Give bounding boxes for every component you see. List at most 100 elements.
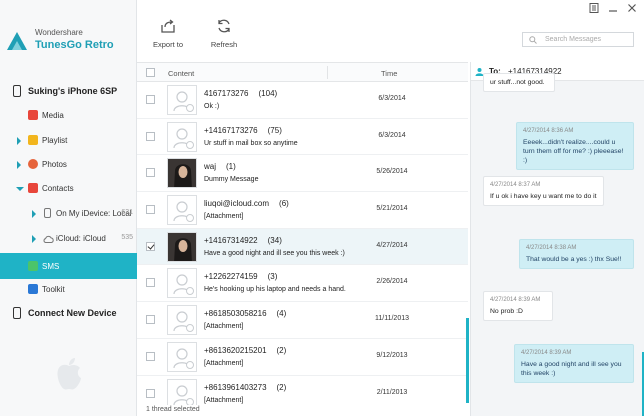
message-timestamp: 4/27/2014 8:39 AM [490,297,541,303]
default-avatar-icon [167,378,197,405]
row-checkbox[interactable] [146,388,155,398]
thread-snippet: Have a good night and ill see you this w… [204,249,345,257]
message-text: Have a good night and ill see you this w… [521,361,622,377]
thread-contact: waj (1) [204,162,236,172]
table-row[interactable]: waj (1) Dummy Message 5/26/2014 [137,155,468,193]
contacts-icon [28,183,38,193]
thread-contact: +8613961403273 (2) [204,382,287,392]
search-input[interactable]: Search Messages [522,32,634,47]
thread-time: 5/21/2014 [376,205,408,213]
row-checkbox[interactable] [146,168,155,178]
sidebar-item-icloud-contacts[interactable]: iCloud: iCloud 535 [0,228,137,250]
cloud-icon [43,235,54,243]
sidebar-item-media[interactable]: Media [0,105,137,127]
column-header-time[interactable]: Time [381,69,397,78]
toolbar: Export to Refresh Search Messages [137,0,644,62]
sidebar-item-label: Contacts [42,184,74,193]
sidebar-item-local-contacts[interactable]: On My iDevice: Local 631 [0,203,137,225]
message-text: ur stuff...not good. [490,79,545,86]
conversation-panel: To: +14167314922 ur stuff...not good. 4/2… [470,62,644,416]
thread-time: 9/12/2013 [376,351,408,359]
row-checkbox[interactable] [146,278,155,288]
select-all-checkbox[interactable] [146,68,155,77]
row-checkbox[interactable] [146,95,155,104]
table-row[interactable]: +8618503058216 (4) [Attachment] 11/11/2013 [137,302,468,339]
table-row[interactable]: liuqoi@icloud.com (6) [Attachment] 5/21/201… [137,192,468,229]
row-checkbox[interactable] [146,351,155,361]
expand-arrow-icon[interactable] [17,137,21,145]
thread-rows: 4167173276 (104) Ok :) 6/3/2014 +14167173276… [137,82,468,405]
refresh-button[interactable]: Refresh [199,16,249,56]
thread-snippet: Ur stuff in mail box so anytime [204,139,298,147]
device-name: Suking's iPhone 6SP [28,86,118,96]
thread-snippet: [Attachment] [204,359,244,367]
collapse-arrow-icon[interactable] [16,187,24,195]
app-logo: Wondershare TunesGo Retro [5,18,135,58]
refresh-label: Refresh [210,40,238,49]
menu-icon[interactable] [588,2,600,14]
contact-photo [167,231,197,262]
thread-snippet: He's hooking up his laptop and needs a h… [204,286,346,294]
device-local-icon [44,208,51,218]
message-count: (34) [267,235,282,245]
contact-count: 535 [121,234,133,241]
thread-contact: 4167173276 (104) [204,89,278,98]
table-row[interactable]: +8613620215201 (2) [Attachment] 9/12/2013 [137,339,468,376]
thread-time: 6/3/2014 [378,95,406,102]
table-row[interactable]: +14167173276 (75) Ur stuff in mail box so … [137,119,468,156]
row-checkbox[interactable] [146,315,155,325]
sidebar-item-label: Media [42,111,64,120]
sidebar-item-toolkit[interactable]: Toolkit [0,279,137,301]
thread-time: 11/11/2013 [375,315,409,323]
column-header-content[interactable]: Content [168,69,194,78]
sidebar-item-playlist[interactable]: Playlist [0,130,137,152]
list-scrollbar[interactable] [466,318,469,403]
expand-arrow-icon[interactable] [32,210,36,218]
thread-snippet: Ok :) [204,103,220,110]
sidebar-item-contacts[interactable]: Contacts [0,178,137,200]
incoming-message: 4/27/2014 8:37 AM If u ok i have key u wa… [483,176,604,206]
default-avatar-icon [167,195,197,226]
table-row[interactable]: 4167173276 (104) Ok :) 6/3/2014 [137,82,468,119]
thread-snippet: [Attachment] [204,213,244,221]
thread-time: 5/26/2014 [376,168,408,176]
table-row[interactable]: +14167314922 (34) Have a good night and il… [137,228,468,266]
minimize-icon[interactable] [607,2,619,14]
outgoing-message: 4/27/2014 8:36 AM Eeeek...didn't realize.… [516,122,634,170]
row-checkbox[interactable] [146,205,155,215]
sidebar-item-photos[interactable]: Photos [0,154,137,176]
export-button[interactable]: Export to [143,16,193,56]
table-row[interactable]: +12262274159 (3) He's hooking up his lapto… [137,265,468,303]
search-placeholder: Search Messages [545,36,602,43]
export-label: Export to [152,40,183,49]
sidebar: Wondershare TunesGo Retro Suking's iPhon… [0,0,137,416]
sidebar-item-sms[interactable]: SMS [0,253,137,279]
thread-snippet: [Attachment] [204,323,244,331]
default-avatar-icon [167,85,197,115]
message-text: Eeeek...didn't realize....could u turn t… [523,139,624,164]
contact-count: 631 [121,209,133,216]
thread-time: 2/11/2013 [376,388,408,396]
sidebar-item-label: Toolkit [42,285,65,294]
thread-time: 2/26/2014 [376,278,408,286]
thread-contact: liuqoi@icloud.com (6) [204,199,289,209]
refresh-icon [218,19,230,33]
close-icon[interactable] [626,2,638,14]
phone-icon [13,85,21,97]
outgoing-message: 4/27/2014 8:38 AM That would be a yes :) … [519,239,634,269]
expand-arrow-icon[interactable] [32,235,36,243]
thread-snippet: [Attachment] [204,396,244,404]
expand-arrow-icon[interactable] [17,161,21,169]
thread-time: 6/3/2014 [378,131,406,139]
message-count: (3) [267,272,278,282]
thread-snippet: Dummy Message [204,176,259,184]
device-header[interactable]: Suking's iPhone 6SP [10,84,135,100]
table-row[interactable]: +8613961403273 (2) [Attachment] 2/11/2013 [137,376,468,405]
brand-name: TunesGo Retro [35,39,114,51]
status-bar: 1 thread selected [146,406,200,413]
row-checkbox[interactable] [146,131,155,141]
apple-logo-icon [57,358,81,390]
message-count: (1) [226,162,236,172]
connect-new-device[interactable]: Connect New Device [10,306,135,322]
row-checkbox[interactable] [146,241,155,251]
